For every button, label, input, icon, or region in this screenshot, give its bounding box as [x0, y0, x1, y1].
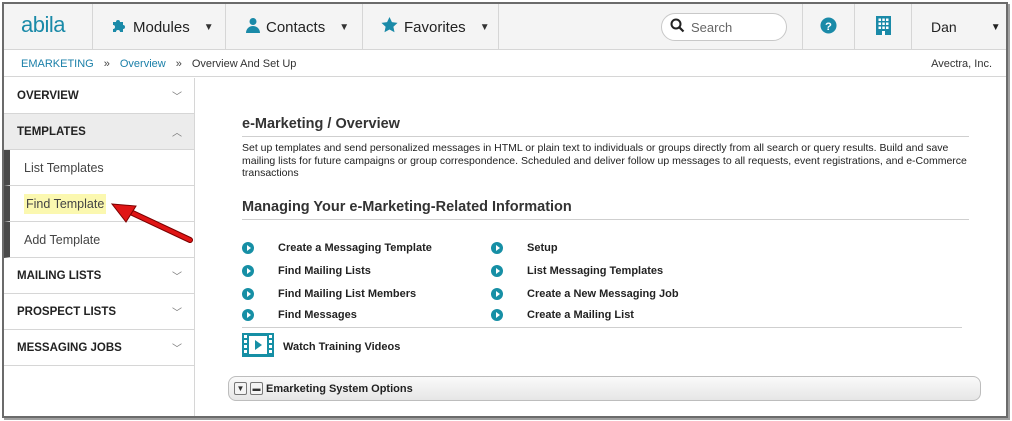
person-icon [246, 17, 260, 37]
chevron-down-icon: ﹀ [172, 308, 182, 319]
page-description: Set up templates and send personalized m… [242, 142, 967, 179]
sidebar-section-label: MESSAGING JOBS [17, 341, 122, 354]
sidebar-section-label: PROSPECT LISTS [17, 305, 117, 318]
emarketing-system-options-panel[interactable]: ▼ ▬ Emarketing System Options [228, 376, 981, 401]
chevron-down-icon: ﹀ [172, 92, 182, 103]
link-find-mailing-list-members[interactable]: Find Mailing List Members [242, 288, 416, 300]
chevron-down-icon: ▼ [479, 21, 490, 33]
link-find-mailing-lists[interactable]: Find Mailing Lists [242, 265, 371, 277]
chevron-down-icon: ▼ [339, 21, 350, 33]
organization-button[interactable] [854, 4, 911, 50]
sidebar-item-label: Find Template [24, 193, 107, 214]
chevron-down-icon: ﹀ [172, 272, 182, 283]
sidebar-section-mailing-lists[interactable]: MAILING LISTS ﹀ [4, 258, 194, 294]
red-arrow-annotation [110, 203, 193, 243]
sidebar-section-overview[interactable]: OVERVIEW ﹀ [4, 78, 194, 114]
divider [242, 219, 969, 220]
search-input[interactable] [691, 19, 781, 35]
breadcrumb-separator: » [103, 58, 110, 70]
video-icon [242, 333, 274, 360]
abila-logo[interactable]: abila [4, 4, 93, 50]
favorites-menu[interactable]: Favorites ▼ [363, 4, 499, 50]
breadcrumb-overview[interactable]: Overview [120, 58, 166, 70]
sidebar-section-messaging-jobs[interactable]: MESSAGING JOBS ﹀ [4, 330, 194, 366]
bullet-arrow-icon [491, 242, 503, 254]
chevron-up-icon: ︿ [172, 128, 182, 139]
bullet-arrow-icon [491, 288, 503, 300]
main-content: e-Marketing / Overview Set up templates … [196, 78, 1006, 416]
top-navbar: abila Modules ▼ Contacts ▼ Favorites ▼ S… [4, 4, 1006, 50]
bullet-arrow-icon [491, 265, 503, 277]
bullet-arrow-icon [242, 309, 254, 321]
breadcrumb-separator: » [175, 58, 182, 70]
breadcrumb-emarketing[interactable]: EMARKETING [21, 58, 94, 70]
puzzle-icon [111, 17, 127, 37]
bullet-arrow-icon [491, 309, 503, 321]
chevron-down-icon: ▼ [990, 21, 1001, 33]
divider [242, 327, 962, 328]
modules-label: Modules [133, 18, 190, 36]
svg-text:?: ? [825, 21, 832, 33]
window-icon[interactable]: ▬ [250, 382, 263, 395]
help-icon: ? [820, 17, 837, 37]
breadcrumb-bar: EMARKETING » Overview » Overview And Set… [4, 51, 1006, 77]
organization-name: Avectra, Inc. [931, 58, 992, 70]
divider [242, 136, 969, 137]
link-setup[interactable]: Setup [491, 242, 558, 254]
sidebar: OVERVIEW ﹀ TEMPLATES ︿ List Templates Fi… [4, 78, 195, 416]
sidebar-section-templates[interactable]: TEMPLATES ︿ [4, 114, 194, 150]
link-create-new-messaging-job[interactable]: Create a New Messaging Job [491, 288, 679, 300]
search-icon [670, 18, 685, 36]
bullet-arrow-icon [242, 242, 254, 254]
sidebar-section-prospect-lists[interactable]: PROSPECT LISTS ﹀ [4, 294, 194, 330]
link-create-mailing-list[interactable]: Create a Mailing List [491, 309, 634, 321]
user-menu[interactable]: Dan ▼ [911, 4, 1006, 50]
expand-toggle-icon[interactable]: ▼ [234, 382, 247, 395]
modules-menu[interactable]: Modules ▼ [93, 4, 226, 50]
chevron-down-icon: ▼ [203, 21, 214, 33]
help-button[interactable]: ? [802, 4, 854, 50]
chevron-down-icon: ﹀ [172, 344, 182, 355]
section-title: Managing Your e-Marketing-Related Inform… [242, 199, 572, 215]
search-box[interactable] [661, 13, 787, 41]
contacts-menu[interactable]: Contacts ▼ [226, 4, 363, 50]
app-window: abila Modules ▼ Contacts ▼ Favorites ▼ S… [2, 2, 1008, 418]
sidebar-section-label: MAILING LISTS [17, 269, 102, 282]
bullet-arrow-icon [242, 288, 254, 300]
watch-training-videos-link[interactable]: Watch Training Videos [242, 333, 400, 360]
options-panel-title: Emarketing System Options [266, 382, 413, 395]
bullet-arrow-icon [242, 265, 254, 277]
page-title: e-Marketing / Overview [242, 116, 400, 132]
link-list-messaging-templates[interactable]: List Messaging Templates [491, 265, 663, 277]
favorites-label: Favorites [404, 18, 466, 36]
breadcrumb: EMARKETING » Overview » Overview And Set… [21, 58, 296, 70]
link-find-messages[interactable]: Find Messages [242, 309, 357, 321]
breadcrumb-current: Overview And Set Up [191, 58, 297, 70]
user-name: Dan [931, 19, 957, 35]
watch-training-videos-label: Watch Training Videos [283, 340, 401, 353]
contacts-label: Contacts [266, 18, 326, 36]
sidebar-section-label: TEMPLATES [17, 125, 86, 138]
sidebar-item-label: List Templates [24, 160, 104, 175]
link-create-messaging-template[interactable]: Create a Messaging Template [242, 242, 432, 254]
sidebar-section-label: OVERVIEW [17, 89, 79, 102]
building-icon [875, 16, 891, 38]
star-icon [381, 17, 398, 37]
sidebar-item-label: Add Template [24, 232, 101, 247]
sidebar-item-list-templates[interactable]: List Templates [4, 150, 194, 186]
